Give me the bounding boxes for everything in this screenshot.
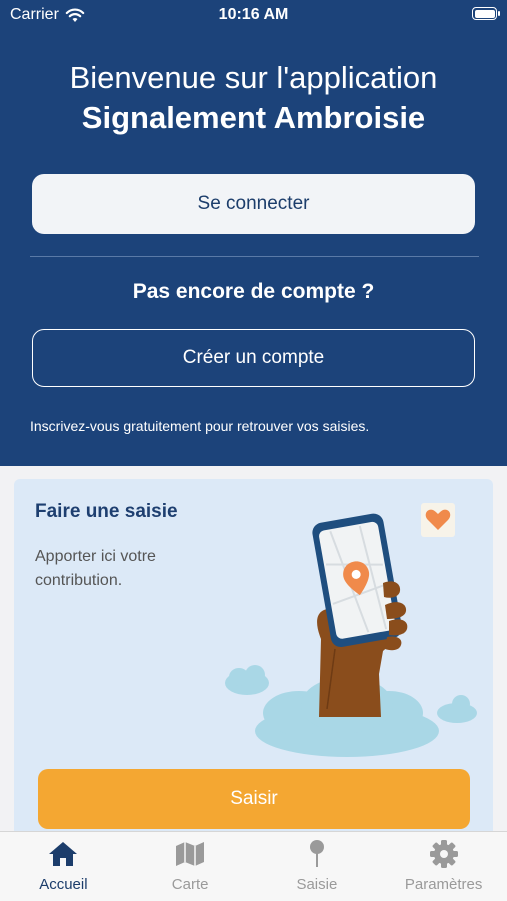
login-button[interactable]: Se connecter — [32, 174, 475, 234]
tab-label-parametres: Paramètres — [404, 876, 483, 893]
home-icon — [46, 838, 80, 870]
pin-icon — [300, 838, 334, 870]
create-account-button[interactable]: Créer un compte — [32, 329, 475, 387]
card-title: Faire une saisie — [35, 501, 178, 522]
divider — [30, 256, 479, 257]
tab-label-carte: Carte — [171, 876, 209, 893]
gear-icon — [427, 838, 461, 870]
phone-hand-illustration — [225, 503, 477, 757]
welcome-line-1: Bienvenue sur l'application — [69, 60, 438, 95]
welcome-title: Bienvenue sur l'application Signalement … — [0, 58, 507, 138]
saisir-button[interactable]: Saisir — [38, 769, 470, 829]
status-time: 10:16 AM — [218, 6, 289, 23]
tab-label-saisie: Saisie — [296, 876, 338, 893]
battery-icon — [472, 7, 500, 20]
signup-hint: Inscrivez-vous gratuitement pour retrouv… — [30, 418, 370, 434]
welcome-line-2: Signalement Ambroisie — [81, 100, 426, 135]
header: Carrier 10:16 AM Bienvenue sur l'applica… — [0, 0, 507, 466]
card-description: Apporter ici votre contribution. — [35, 548, 156, 589]
tab-bar: Accueil Carte Saisie Paramètres — [0, 831, 507, 901]
tab-parametres[interactable]: Paramètres — [380, 832, 507, 901]
tab-accueil[interactable]: Accueil — [0, 832, 127, 901]
no-account-title: Pas encore de compte ? — [132, 280, 375, 303]
map-icon — [173, 838, 207, 870]
tab-saisie[interactable]: Saisie — [254, 832, 381, 901]
tab-label-accueil: Accueil — [39, 876, 88, 893]
tab-carte[interactable]: Carte — [127, 832, 254, 901]
status-bar: Carrier 10:16 AM — [0, 0, 507, 30]
